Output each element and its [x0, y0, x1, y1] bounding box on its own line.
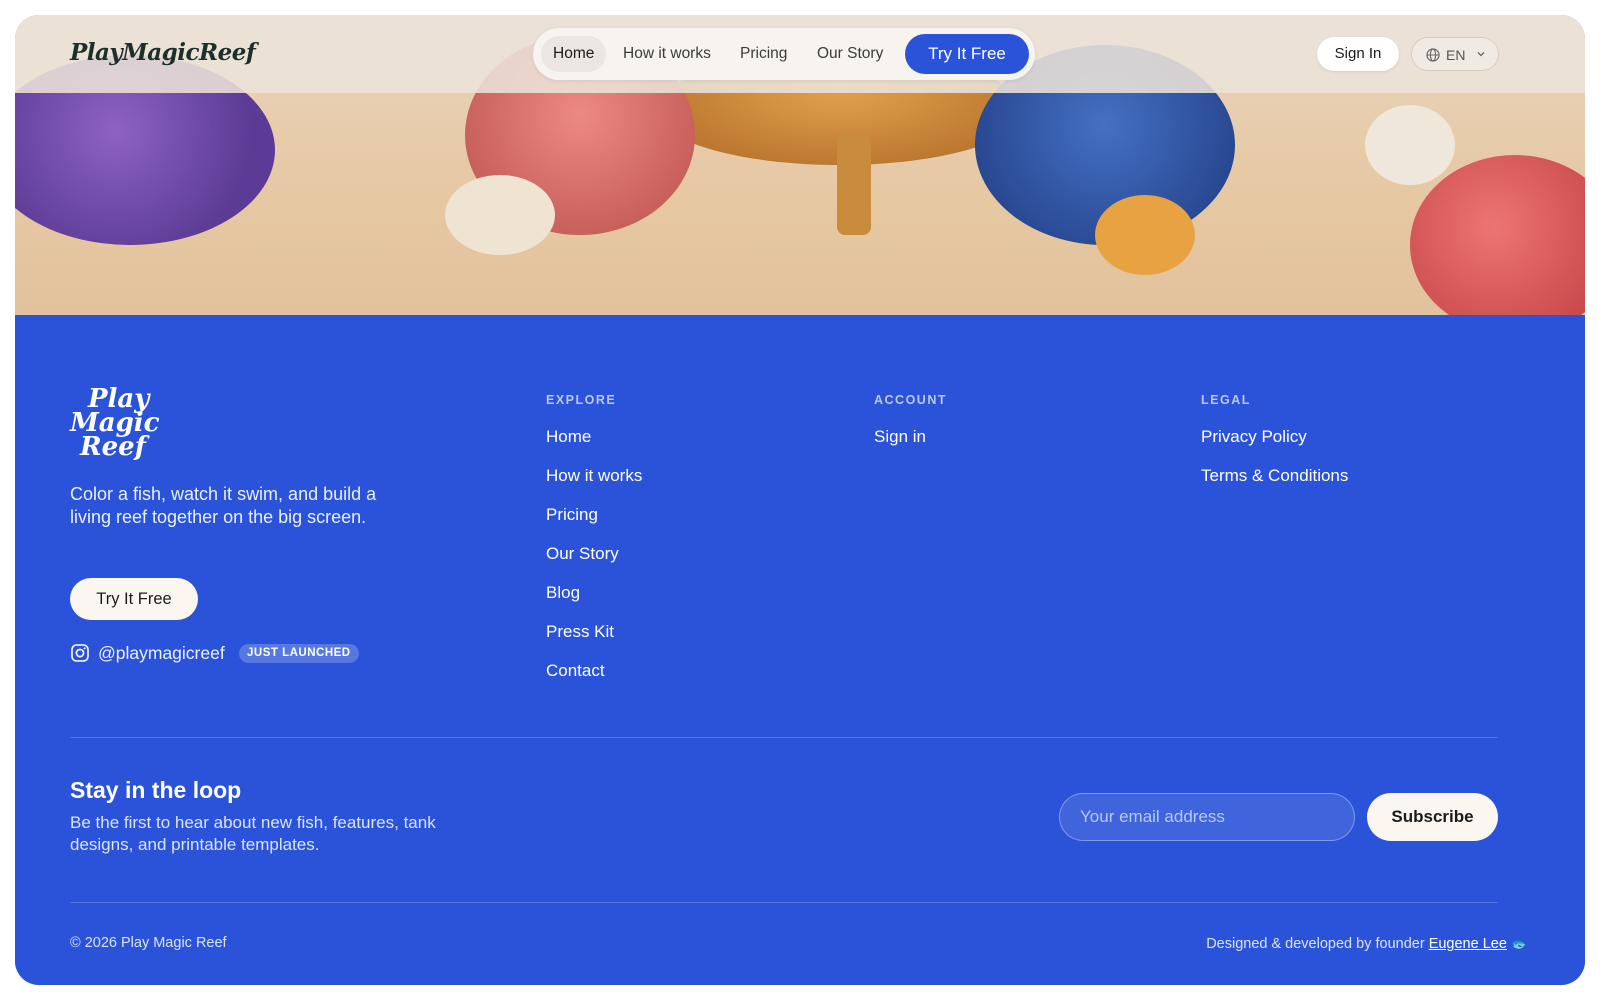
chevron-down-icon	[1477, 52, 1485, 57]
nav-our-story[interactable]: Our Story	[805, 36, 895, 72]
nav-how-it-works[interactable]: How it works	[611, 36, 723, 72]
footer-logo[interactable]: Play Magic Reef	[70, 386, 170, 462]
legal-heading: LEGAL	[1201, 393, 1251, 407]
language-label: EN	[1446, 47, 1466, 63]
footer-link-terms[interactable]: Terms & Conditions	[1201, 464, 1348, 503]
footer-link-our-story[interactable]: Our Story	[546, 542, 642, 581]
footer-link-privacy-policy[interactable]: Privacy Policy	[1201, 425, 1348, 464]
table-leg	[837, 135, 871, 235]
founder-link[interactable]: Eugene Lee	[1429, 936, 1507, 952]
try-it-free-button[interactable]: Try It Free	[905, 34, 1029, 74]
nav-pricing[interactable]: Pricing	[728, 36, 799, 72]
divider	[70, 902, 1498, 903]
top-nav: PlayMagicReef Home How it works Pricing …	[15, 15, 1585, 93]
credit-text: Designed & developed by founder Eugene L…	[1206, 935, 1529, 952]
explore-heading: EXPLORE	[546, 393, 617, 407]
language-selector[interactable]: EN	[1411, 37, 1499, 71]
instagram-icon	[71, 644, 89, 662]
footer-link-contact[interactable]: Contact	[546, 659, 642, 698]
account-column: ACCOUNT Sign in	[874, 393, 947, 464]
copyright-text: © 2026 Play Magic Reef	[70, 935, 227, 951]
page-frame: PlayMagicReef Home How it works Pricing …	[15, 15, 1585, 985]
legal-column: LEGAL Privacy Policy Terms & Conditions	[1201, 393, 1348, 503]
footer-tagline: Color a fish, watch it swim, and build a…	[70, 484, 377, 527]
divider	[70, 737, 1498, 738]
instagram-handle: @playmagicreef	[98, 643, 225, 663]
shoe	[1095, 195, 1195, 275]
footer-link-home[interactable]: Home	[546, 425, 642, 464]
logo-word: Reef	[80, 432, 146, 462]
explore-column: EXPLORE Home How it works Pricing Our St…	[546, 393, 642, 698]
site-footer: Play Magic Reef Color a fish, watch it s…	[15, 315, 1585, 985]
fish-icon: 🐟	[1510, 936, 1529, 952]
nav-home[interactable]: Home	[541, 36, 607, 72]
just-launched-badge: JUST LAUNCHED	[239, 644, 359, 663]
footer-link-sign-in[interactable]: Sign in	[874, 425, 947, 464]
newsletter-description: Be the first to hear about new fish, fea…	[70, 813, 436, 854]
globe-icon	[1426, 48, 1440, 62]
nav-pill: Home How it works Pricing Our Story Try …	[533, 28, 1035, 80]
footer-try-it-free-button[interactable]: Try It Free	[70, 578, 198, 620]
footer-link-how-it-works[interactable]: How it works	[546, 464, 642, 503]
email-field[interactable]	[1059, 793, 1355, 841]
subscribe-button[interactable]: Subscribe	[1367, 793, 1498, 841]
newsletter-title: Stay in the loop	[70, 777, 242, 803]
footer-link-pricing[interactable]: Pricing	[546, 503, 642, 542]
credit-prefix: Designed & developed by founder	[1206, 936, 1425, 952]
brand-logo[interactable]: PlayMagicReef	[70, 39, 256, 66]
sign-in-button[interactable]: Sign In	[1317, 37, 1399, 71]
footer-link-press-kit[interactable]: Press Kit	[546, 620, 642, 659]
shoe	[445, 175, 555, 255]
shoe	[1365, 105, 1455, 185]
pink-pouf	[1410, 155, 1585, 315]
footer-link-blog[interactable]: Blog	[546, 581, 642, 620]
account-heading: ACCOUNT	[874, 393, 947, 407]
